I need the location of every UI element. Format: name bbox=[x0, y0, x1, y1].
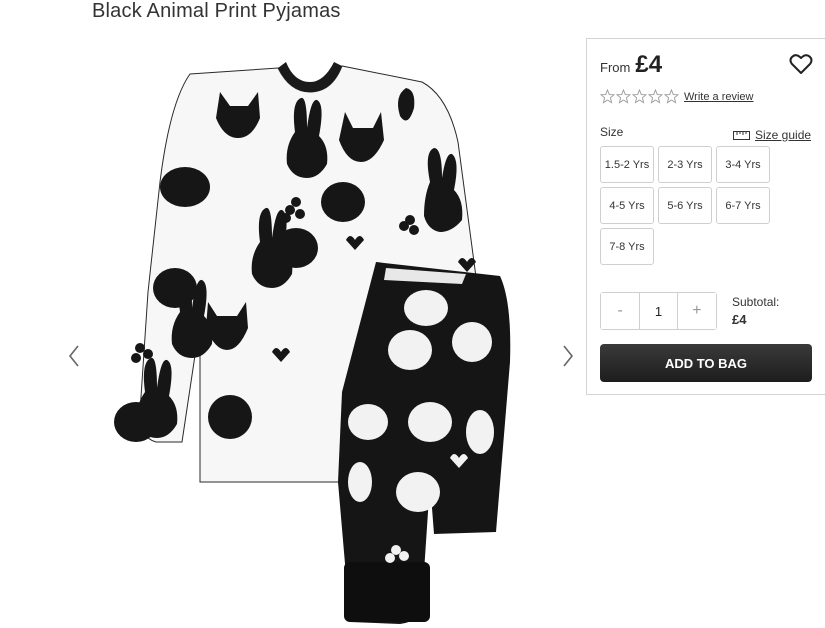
size-option-5-6[interactable]: 5-6 Yrs bbox=[658, 187, 712, 224]
star-empty-icon bbox=[616, 89, 631, 104]
subtotal: Subtotal: £4 bbox=[732, 294, 779, 328]
chevron-right-icon bbox=[563, 345, 574, 367]
size-option-4-5[interactable]: 4-5 Yrs bbox=[600, 187, 654, 224]
quantity-stepper: - 1 + bbox=[600, 292, 717, 330]
star-empty-icon bbox=[632, 89, 647, 104]
ruler-icon bbox=[733, 130, 750, 140]
rating-row: Write a review bbox=[600, 89, 753, 104]
size-guide-link[interactable]: Size guide bbox=[733, 128, 811, 142]
chevron-left-icon bbox=[68, 345, 79, 367]
size-option-2-3[interactable]: 2-3 Yrs bbox=[658, 146, 712, 183]
gallery-next-button[interactable] bbox=[556, 340, 580, 372]
size-option-7-8[interactable]: 7-8 Yrs bbox=[600, 228, 654, 265]
rating-stars bbox=[600, 89, 679, 104]
price-row: From £4 bbox=[600, 51, 662, 79]
size-option-6-7[interactable]: 6-7 Yrs bbox=[716, 187, 770, 224]
product-image bbox=[114, 62, 511, 624]
price-from-label: From bbox=[600, 60, 631, 75]
quantity-input[interactable]: 1 bbox=[639, 293, 678, 329]
subtotal-label: Subtotal: bbox=[732, 295, 780, 309]
quantity-increase-button[interactable]: + bbox=[677, 293, 717, 329]
write-review-link[interactable]: Write a review bbox=[684, 91, 753, 103]
size-option-1-5-2[interactable]: 1.5-2 Yrs bbox=[600, 146, 654, 183]
star-empty-icon bbox=[600, 89, 615, 104]
product-title: Black Animal Print Pyjamas bbox=[92, 0, 341, 22]
add-to-bag-button[interactable]: ADD TO BAG bbox=[600, 344, 812, 382]
star-empty-icon bbox=[648, 89, 663, 104]
heart-outline-icon[interactable] bbox=[789, 53, 813, 75]
purchase-panel: From £4 Write a review Size Size guide 1… bbox=[586, 38, 825, 395]
size-guide-label: Size guide bbox=[755, 128, 812, 142]
size-label: Size bbox=[600, 125, 624, 139]
size-option-3-4[interactable]: 3-4 Yrs bbox=[716, 146, 770, 183]
gallery-prev-button[interactable] bbox=[62, 340, 86, 372]
subtotal-value: £4 bbox=[732, 312, 747, 327]
star-empty-icon bbox=[664, 89, 679, 104]
price-value: £4 bbox=[635, 51, 663, 78]
quantity-decrease-button[interactable]: - bbox=[601, 293, 640, 329]
size-options: 1.5-2 Yrs 2-3 Yrs 3-4 Yrs 4-5 Yrs 5-6 Yr… bbox=[600, 146, 772, 265]
